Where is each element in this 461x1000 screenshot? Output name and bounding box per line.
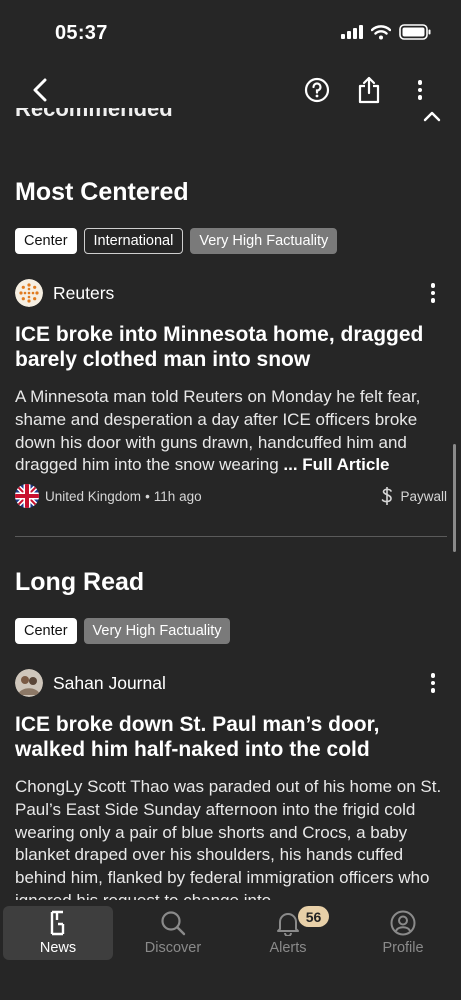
- article-summary[interactable]: A Minnesota man told Reuters on Monday h…: [15, 386, 447, 477]
- factuality-chip[interactable]: Very High Factuality: [83, 618, 231, 644]
- sahan-journal-logo-icon: [15, 669, 43, 697]
- battery-icon: [399, 24, 431, 40]
- bias-chip-center[interactable]: Center: [15, 618, 77, 644]
- nav-bar: [0, 66, 461, 112]
- tab-profile[interactable]: Profile: [348, 906, 458, 960]
- tab-label: News: [39, 940, 77, 956]
- profile-icon: [390, 910, 416, 936]
- summary-text: ChongLy Scott Thao was paraded out of hi…: [15, 777, 442, 900]
- alerts-badge: 56: [298, 906, 329, 927]
- more-vertical-icon: [410, 77, 430, 103]
- bias-chip-center[interactable]: Center: [15, 228, 77, 254]
- signal-icon: [341, 25, 363, 39]
- source-name: Reuters: [53, 282, 115, 303]
- help-icon: [304, 77, 330, 103]
- uk-flag-icon: [15, 484, 39, 508]
- article-meta: United Kingdom • 11h ago Paywall: [15, 483, 447, 509]
- source-row-reuters[interactable]: Reuters: [15, 278, 447, 308]
- tab-discover[interactable]: Discover: [118, 906, 228, 960]
- help-button[interactable]: [301, 74, 333, 106]
- chevron-left-icon: [33, 78, 47, 102]
- section-divider: [15, 536, 447, 537]
- share-button[interactable]: [353, 74, 385, 106]
- reuters-logo-icon: [15, 279, 43, 307]
- article-location: United Kingdom: [45, 488, 142, 504]
- full-article-link[interactable]: ... Full Article: [283, 455, 389, 474]
- article-summary[interactable]: ChongLy Scott Thao was paraded out of hi…: [15, 776, 447, 900]
- article-headline[interactable]: ICE broke down St. Paul man’s door, walk…: [15, 712, 445, 762]
- long-read-heading: Long Read: [15, 568, 145, 596]
- article-more-icon[interactable]: [423, 280, 443, 306]
- most-centered-heading: Most Centered: [15, 178, 189, 206]
- status-time: 05:37: [55, 22, 108, 44]
- share-icon: [358, 76, 380, 104]
- tab-label: Alerts: [269, 940, 307, 956]
- bell-icon: [277, 913, 299, 936]
- article-headline[interactable]: ICE broke into Minnesota home, dragged b…: [15, 322, 445, 372]
- most-centered-chips: Center International Very High Factualit…: [15, 228, 338, 254]
- source-row-sahan-journal[interactable]: Sahan Journal: [15, 668, 447, 698]
- tab-news[interactable]: News: [3, 906, 113, 960]
- scrollbar[interactable]: [453, 444, 456, 552]
- status-icons: [341, 24, 431, 40]
- ground-news-logo-icon: [50, 910, 65, 936]
- long-read-chips: Center Very High Factuality: [15, 618, 231, 644]
- recommended-heading: Recommended: [15, 108, 173, 121]
- source-name: Sahan Journal: [53, 672, 166, 693]
- article-more-icon[interactable]: [423, 670, 443, 696]
- paywall-label: Paywall: [400, 488, 447, 504]
- dollar-icon: [382, 487, 393, 505]
- tab-label: Profile: [382, 940, 424, 956]
- article-time: 11h ago: [153, 488, 202, 504]
- search-icon: [161, 911, 186, 936]
- tab-bar: News Discover Alerts Profile: [0, 900, 461, 1000]
- status-bar: 05:37: [0, 0, 461, 66]
- wifi-icon: [371, 24, 391, 39]
- factuality-chip[interactable]: Very High Factuality: [190, 228, 338, 254]
- meta-separator: •: [145, 488, 150, 504]
- more-options-button[interactable]: [404, 74, 436, 106]
- back-button[interactable]: [24, 74, 56, 106]
- chevron-up-icon[interactable]: [423, 110, 441, 122]
- chip-international[interactable]: International: [83, 228, 184, 254]
- tab-label: Discover: [144, 940, 202, 956]
